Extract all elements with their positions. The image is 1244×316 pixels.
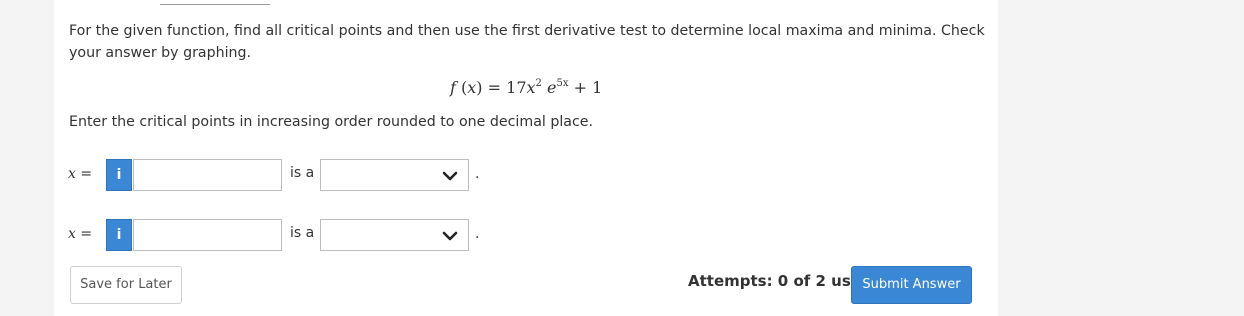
x-equals-label: x = — [68, 226, 93, 242]
critical-point-input-2[interactable] — [133, 219, 282, 251]
answer-row-2: x = i is a . — [0, 218, 1244, 252]
info-icon[interactable]: i — [106, 219, 132, 251]
period: . — [475, 226, 480, 242]
save-for-later-button[interactable]: Save for Later — [70, 266, 182, 304]
is-a-label: is a — [290, 165, 315, 181]
formula-coef: 17 — [506, 78, 527, 97]
instruction-text: Enter the critical points in increasing … — [69, 114, 594, 130]
top-divider — [160, 0, 270, 5]
formula-constant: + 1 — [573, 78, 603, 97]
period: . — [475, 166, 480, 182]
question-text: For the given function, find all critica… — [69, 23, 985, 61]
classification-select-2[interactable] — [320, 219, 469, 251]
chevron-down-icon — [442, 171, 458, 181]
is-a-label: is a — [290, 225, 315, 241]
submit-answer-button[interactable]: Submit Answer — [851, 266, 972, 304]
formula-x-exponent: 2 — [535, 78, 542, 89]
formula-arg: (x) — [461, 78, 483, 97]
info-icon[interactable]: i — [106, 159, 132, 191]
x-equals-label: x = — [68, 166, 93, 182]
critical-point-input-1[interactable] — [133, 159, 282, 191]
formula-fn: f — [450, 78, 456, 97]
formula-e-exponent: 5x — [556, 78, 569, 89]
formula-x: x — [526, 78, 536, 97]
answer-row-1: x = i is a . — [0, 158, 1244, 192]
attempts-counter: Attempts: 0 of 2 used — [688, 272, 872, 290]
function-formula: f (x) = 17x2 e5x + 1 — [450, 78, 602, 97]
classification-select-1[interactable] — [320, 159, 469, 191]
chevron-down-icon — [442, 231, 458, 241]
formula-equals: = — [487, 78, 502, 97]
